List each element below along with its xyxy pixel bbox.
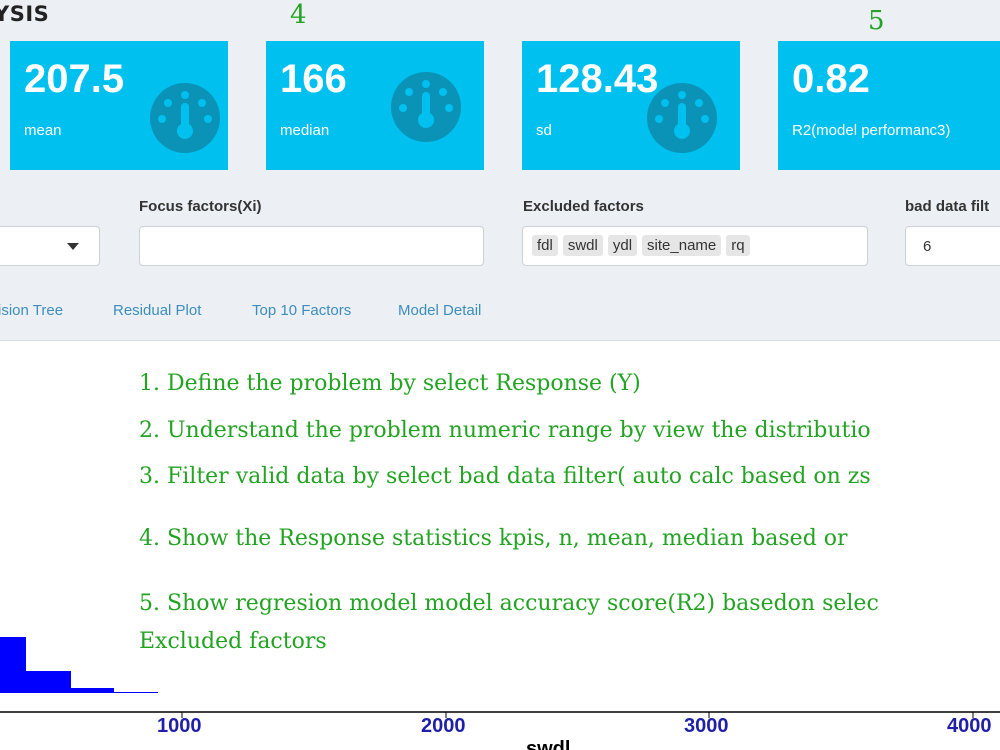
instruction-4: 4. Show the Response statistics kpis, n,… — [139, 526, 848, 551]
bad-data-filter-label: bad data filt — [905, 198, 990, 215]
bad-data-filter-value: 6 — [923, 238, 932, 255]
instruction-5: 5. Show regresion model model accuracy s… — [139, 591, 879, 616]
excluded-chip-swdl[interactable]: swdl — [562, 235, 603, 256]
excluded-factors-label: Excluded factors — [523, 198, 644, 215]
app-title: YSIS — [0, 2, 50, 26]
tab-top-10-factors[interactable]: Top 10 Factors — [252, 302, 351, 319]
dashboard-header-area: YSIS 4 5 207.5 mean 166 median 128.43 sd… — [0, 0, 1000, 341]
histogram-bar — [114, 692, 158, 693]
kpi-mean-value: 207.5 — [24, 57, 125, 101]
caret-down-icon — [67, 243, 79, 250]
kpi-mean-box: 207.5 mean — [10, 41, 228, 170]
kpi-median-label: median — [280, 122, 330, 139]
excluded-chip-fdl[interactable]: fdl — [532, 235, 558, 256]
focus-factors-label: Focus factors(Xi) — [139, 198, 262, 215]
x-tick-label-2000: 2000 — [421, 715, 466, 737]
excluded-factors-input[interactable]: fdl swdl ydl site_name rq — [522, 226, 868, 266]
main-panel: 1. Define the problem by select Response… — [0, 341, 1000, 750]
histogram-bar — [0, 637, 26, 693]
dashboard-gauge-icon — [391, 72, 461, 142]
kpi-r2-value: 0.82 — [792, 57, 870, 101]
x-axis-title: swdl — [526, 738, 571, 750]
kpi-sd-value: 128.43 — [536, 57, 659, 101]
tab-residual-plot[interactable]: Residual Plot — [113, 302, 201, 319]
step-marker-4: 4 — [290, 0, 307, 30]
histogram-bar — [26, 671, 71, 693]
instruction-3: 3. Filter valid data by select bad data … — [139, 464, 871, 489]
kpi-r2-box: 0.82 R2(model performanc3) — [778, 41, 1000, 170]
kpi-median-box: 166 median — [266, 41, 484, 170]
instruction-1: 1. Define the problem by select Response… — [139, 371, 641, 396]
tab-decision-tree[interactable]: ision Tree — [0, 302, 63, 319]
kpi-mean-label: mean — [24, 122, 62, 139]
focus-factors-input[interactable] — [139, 226, 484, 266]
response-select[interactable] — [0, 226, 100, 266]
tab-model-detail[interactable]: Model Detail — [398, 302, 481, 319]
excluded-chip-ydl[interactable]: ydl — [607, 235, 638, 256]
x-tick-label-1000: 1000 — [157, 715, 202, 737]
kpi-median-value: 166 — [280, 57, 347, 101]
kpi-sd-box: 128.43 sd — [522, 41, 740, 170]
kpi-r2-label: R2(model performanc3) — [792, 122, 951, 139]
x-tick-label-4000: 4000 — [947, 715, 992, 737]
histogram-bar — [71, 688, 114, 693]
swdl-histogram — [0, 637, 1000, 718]
excluded-chip-rq[interactable]: rq — [726, 235, 750, 256]
bad-data-filter-input[interactable]: 6 — [905, 226, 1000, 266]
excluded-chip-site-name[interactable]: site_name — [642, 235, 722, 256]
instruction-2: 2. Understand the problem numeric range … — [139, 418, 871, 443]
dashboard-gauge-icon — [150, 83, 220, 153]
kpi-sd-label: sd — [536, 122, 552, 139]
x-tick-label-3000: 3000 — [684, 715, 729, 737]
step-marker-5: 5 — [868, 6, 885, 36]
